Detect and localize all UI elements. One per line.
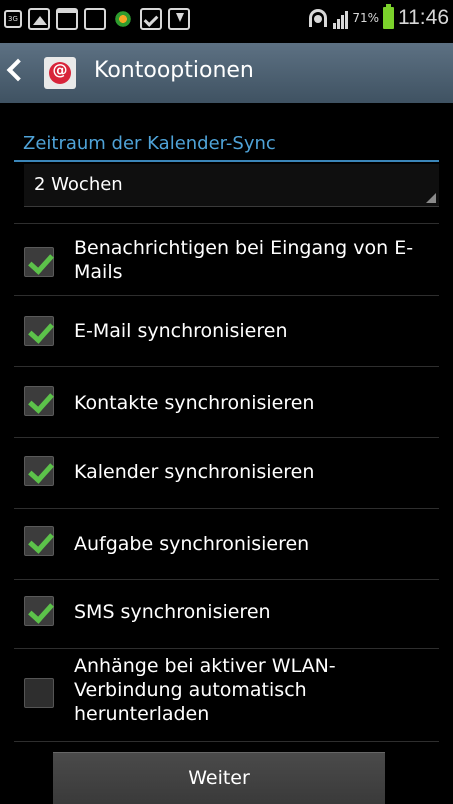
calendar-sync-value: 2 Wochen: [34, 174, 123, 195]
gallery-icon: [28, 8, 50, 30]
download-attachments-checkbox[interactable]: [24, 678, 54, 708]
clock: 11:46: [398, 6, 449, 29]
action-bar: Kontooptionen: [0, 43, 453, 103]
option-label: Kalender synchronisieren: [74, 461, 315, 483]
page-title: Kontooptionen: [94, 58, 254, 83]
check-clipboard-icon: [140, 8, 162, 30]
calendar-icon: [56, 8, 78, 30]
option-sync-sms[interactable]: SMS synchronisieren: [0, 580, 453, 648]
sync-contacts-checkbox[interactable]: [24, 386, 54, 416]
battery-percent: 71%: [352, 11, 379, 25]
download-icon: [168, 8, 190, 30]
sync-email-checkbox[interactable]: [24, 316, 54, 346]
sync-tasks-checkbox[interactable]: [24, 526, 54, 556]
option-download-attachments-wlan[interactable]: Anhänge bei aktiver WLAN-Verbindung auto…: [0, 649, 453, 741]
notify-checkbox[interactable]: [24, 247, 54, 277]
battery-icon: [383, 4, 394, 29]
option-label: Kontakte synchronisieren: [74, 392, 315, 414]
sync-calendar-checkbox[interactable]: [24, 456, 54, 486]
option-sync-email[interactable]: E-Mail synchronisieren: [0, 296, 453, 366]
option-notify-new-mail[interactable]: Benachrichtigen bei Eingang von E-Mails: [0, 224, 453, 295]
calendar-sync-dropdown[interactable]: 2 Wochen: [24, 164, 439, 207]
option-sync-calendar[interactable]: Kalender synchronisieren: [0, 438, 453, 508]
notification-icons: 3G: [4, 8, 190, 30]
3g-icon: 3G: [4, 10, 22, 28]
option-label: SMS synchronisieren: [74, 601, 271, 623]
sync-sms-checkbox[interactable]: [24, 596, 54, 626]
back-icon[interactable]: [6, 58, 30, 82]
wifi-icon: [307, 7, 329, 29]
option-sync-tasks[interactable]: Aufgabe synchronisieren: [0, 509, 453, 579]
option-label: Benachrichtigen bei Eingang von E-Mails: [74, 237, 414, 283]
option-label: Aufgabe synchronisieren: [74, 533, 310, 555]
option-label: E-Mail synchronisieren: [74, 320, 288, 342]
option-sync-contacts[interactable]: Kontakte synchronisieren: [0, 367, 453, 437]
option-label: Anhänge bei aktiver WLAN-Verbindung auto…: [74, 655, 336, 725]
section-divider: [14, 160, 439, 162]
next-button[interactable]: Weiter: [53, 752, 385, 804]
calendar-sync-label: Zeitraum der Kalender-Sync: [23, 133, 276, 154]
signal-icon: [333, 7, 349, 29]
email-app-icon[interactable]: [44, 57, 76, 89]
mail-icon: [84, 8, 106, 30]
status-bar: 3G 71% 11:46: [0, 0, 453, 40]
divider: [14, 741, 439, 742]
flower-icon: [112, 8, 134, 30]
dropdown-arrow-icon: [426, 193, 436, 203]
